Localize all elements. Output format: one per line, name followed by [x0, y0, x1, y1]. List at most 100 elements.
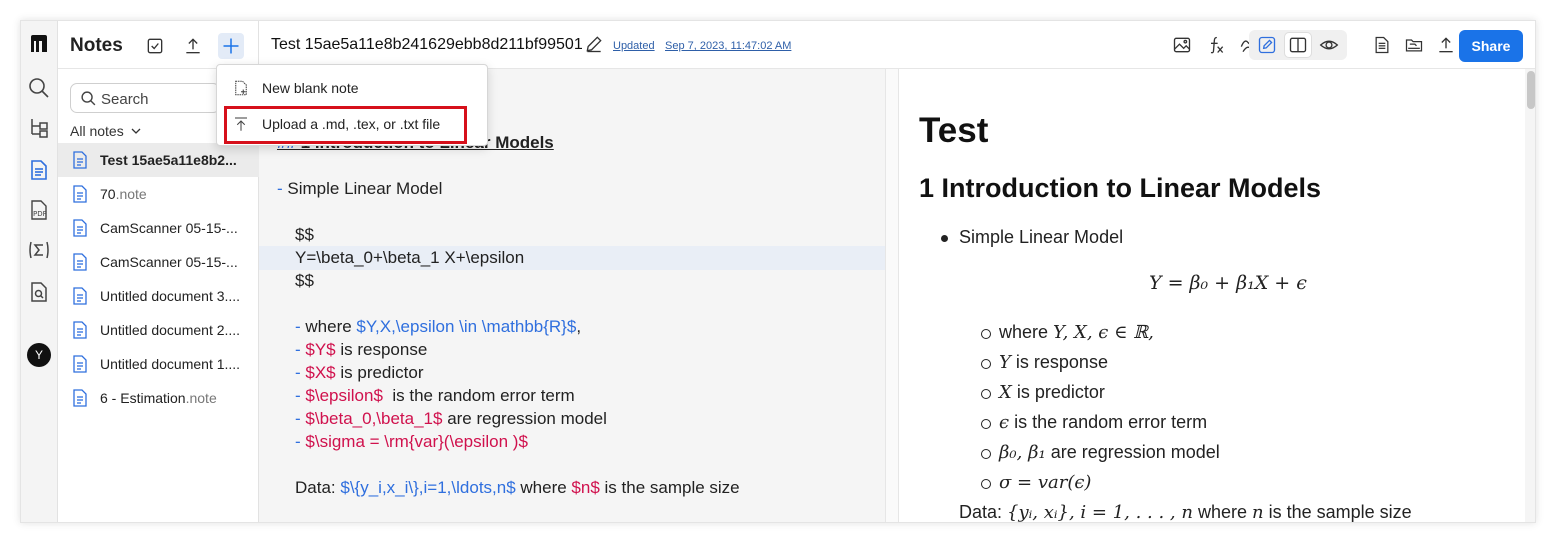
preview-bullet: Simple Linear Model — [959, 227, 1124, 247]
notes-filter-dropdown[interactable]: All notes — [70, 123, 142, 139]
editor-line: - $\beta_0,\beta_1$ are regression model — [295, 409, 607, 428]
note-list-item[interactable]: 6 - Estimation .note — [58, 381, 259, 415]
preview-mode-icon[interactable] — [1315, 32, 1343, 58]
chevron-down-icon — [131, 128, 141, 134]
menu-item-new-blank-note[interactable]: New blank note — [217, 71, 487, 105]
select-checkbox-icon[interactable] — [142, 33, 168, 59]
edit-mode-icon[interactable] — [1253, 32, 1281, 58]
sub-bullet — [981, 329, 991, 339]
preview-sigma: σ = var(ϵ) — [999, 472, 1092, 493]
editor-topbar: Test 15ae5a11e8b241629ebb8d211bf99501 Up… — [259, 21, 1535, 69]
avatar[interactable]: Y — [27, 343, 51, 367]
editor-line: Data: $\{y_i,x_i\},i=1,\ldots,n$ where $… — [295, 478, 740, 497]
editor-line: - $X$ is predictor — [295, 363, 424, 382]
editor-line: - Simple Linear Model — [277, 179, 443, 198]
editor-line: - $\epsilon$ is the random error term — [295, 386, 575, 405]
note-list-item[interactable]: Untitled document 1.... — [58, 347, 259, 381]
app-window: PDF Y Notes Search All notes Test 15ae5a… — [20, 20, 1536, 523]
sub-bullet — [981, 359, 991, 369]
note-name: Test 15ae5a11e8b2... — [100, 152, 237, 168]
notes-title: Notes — [70, 35, 123, 56]
note-list-item[interactable]: Untitled document 3.... — [58, 279, 259, 313]
function-icon[interactable] — [1203, 32, 1229, 58]
tree-icon[interactable] — [26, 115, 52, 141]
doc-search-icon[interactable] — [26, 279, 52, 305]
new-file-icon — [235, 80, 247, 96]
edit-title-icon[interactable] — [584, 34, 604, 54]
editor-line: $$ — [295, 271, 314, 290]
svg-text:PDF: PDF — [33, 210, 47, 218]
preview-scrollbar[interactable] — [1525, 69, 1535, 522]
note-name: Untitled document 1.... — [100, 356, 241, 372]
share-button[interactable]: Share — [1459, 30, 1523, 62]
view-mode-toggle — [1249, 30, 1347, 60]
sub-bullet — [981, 479, 991, 489]
editor-line: - where $Y,X,\epsilon \in \mathbb{R}$, — [295, 317, 582, 336]
note-list-item[interactable]: CamScanner 05-15-... — [58, 211, 259, 245]
split-view-icon[interactable] — [1284, 32, 1312, 58]
bullet-dot — [941, 235, 948, 242]
export-icon[interactable] — [1433, 32, 1459, 58]
preview-error: ϵ is the random error term — [999, 412, 1208, 433]
search-icon — [81, 91, 96, 106]
insert-image-icon[interactable] — [1169, 32, 1195, 58]
document-icon — [73, 253, 87, 271]
search-placeholder: Search — [101, 91, 149, 108]
document-icon — [73, 389, 87, 407]
preview-response: Y is response — [999, 352, 1108, 373]
document-icon — [73, 185, 87, 203]
editor-line: $$ — [295, 225, 314, 244]
preview-title: Test — [919, 111, 989, 150]
note-list: Test 15ae5a11e8b2... 70 .note CamScanner … — [58, 143, 259, 415]
document-outline-icon[interactable] — [1369, 32, 1395, 58]
pane-divider[interactable] — [885, 69, 899, 522]
note-list-item[interactable]: Untitled document 2.... — [58, 313, 259, 347]
notes-nav-icon[interactable] — [26, 157, 52, 183]
sub-bullet — [981, 419, 991, 429]
preview-data-line: Data: {yᵢ, xᵢ}, i = 1, . . . , n where n… — [959, 502, 1412, 523]
sigma-icon[interactable] — [26, 237, 52, 263]
note-name: 70 — [100, 186, 116, 202]
editor-line: Y=\beta_0+\beta_1 X+\epsilon — [295, 248, 525, 267]
document-icon — [73, 355, 87, 373]
highlight-annotation-box — [224, 106, 467, 144]
note-list-item[interactable]: Test 15ae5a11e8b2... — [58, 143, 259, 177]
note-name: Untitled document 2.... — [100, 322, 241, 338]
menu-label: New blank note — [262, 80, 359, 96]
sub-bullet — [981, 449, 991, 459]
icon-rail: PDF Y — [21, 21, 58, 522]
document-icon — [73, 321, 87, 339]
note-list-item[interactable]: 70 .note — [58, 177, 259, 211]
sub-bullet — [981, 389, 991, 399]
editor-line: - $Y$ is response — [295, 340, 428, 359]
filter-label: All notes — [70, 123, 124, 139]
document-icon — [73, 151, 87, 169]
note-name: Untitled document 3.... — [100, 288, 241, 304]
preview-beta: β₀, β₁ are regression model — [999, 442, 1220, 463]
app-logo-icon[interactable] — [26, 31, 52, 57]
note-name: CamScanner 05-15-... — [100, 254, 238, 270]
preview-pane: Test 1 Introduction to Linear Models Sim… — [899, 69, 1527, 523]
note-extension: .note — [185, 390, 217, 406]
move-folder-icon[interactable] — [1401, 32, 1427, 58]
notes-header: Notes — [58, 21, 259, 69]
document-icon — [73, 219, 87, 237]
search-icon[interactable] — [26, 75, 52, 101]
preview-where: where Y, X, ϵ ∈ ℝ, — [999, 322, 1154, 343]
note-extension: .note — [115, 186, 147, 202]
preview-predictor: X is predictor — [999, 382, 1105, 403]
pdf-icon[interactable]: PDF — [26, 197, 52, 223]
document-icon — [73, 287, 87, 305]
editor-line: - $\sigma = \rm{var}(\epsilon )$ — [295, 432, 528, 451]
upload-icon[interactable] — [180, 33, 206, 59]
note-name: CamScanner 05-15-... — [100, 220, 238, 236]
add-note-icon[interactable] — [218, 33, 244, 59]
search-input[interactable]: Search — [70, 83, 220, 113]
preview-heading: 1 Introduction to Linear Models — [919, 173, 1322, 203]
note-name: 6 - Estimation — [100, 390, 186, 406]
document-title[interactable]: Test 15ae5a11e8b241629ebb8d211bf99501 — [271, 36, 583, 54]
updated-label[interactable]: Updated — [613, 40, 655, 52]
note-list-item[interactable]: CamScanner 05-15-... — [58, 245, 259, 279]
preview-formula: Y = β₀ + β₁X + ϵ — [1149, 272, 1307, 294]
updated-date[interactable]: Sep 7, 2023, 11:47:02 AM — [665, 40, 791, 52]
